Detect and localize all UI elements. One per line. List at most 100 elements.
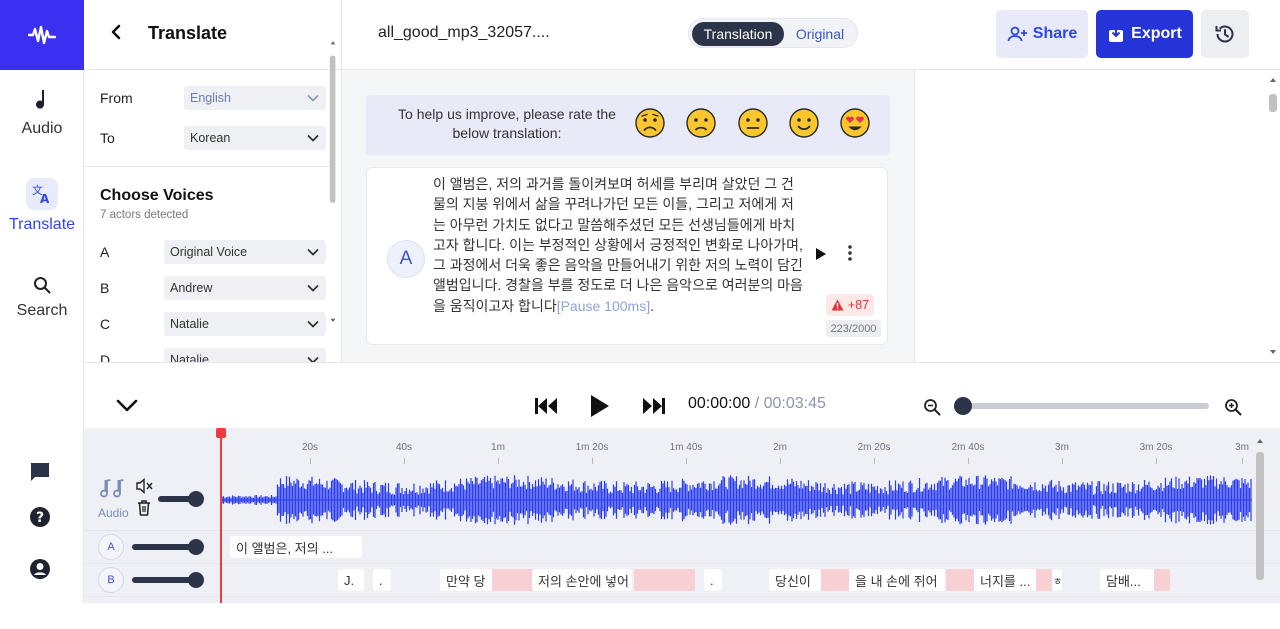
to-label: To <box>100 130 115 146</box>
time-display: 00:00:00 / 00:03:45 <box>688 395 826 413</box>
segment-text[interactable]: 이 앨범은, 저의 과거를 돌이켜보며 허세를 부리며 살았던 그 건물의 지붕… <box>433 174 803 316</box>
ruler-tick <box>968 458 969 464</box>
history-button[interactable] <box>1201 10 1249 58</box>
smile-face-icon[interactable] <box>788 107 820 139</box>
zoom-slider-track[interactable] <box>964 403 1209 409</box>
playback-bar: 00:00:00 / 00:03:45 <box>84 362 1280 428</box>
neutral-face-icon[interactable] <box>737 107 769 139</box>
speaker-avatar[interactable]: A <box>98 534 124 560</box>
actors-detected-text: 7 actors detected <box>100 209 189 221</box>
panel-scrollbar[interactable] <box>329 4 337 360</box>
voice-select[interactable]: Natalie <box>164 348 326 362</box>
timeline-segment[interactable]: J. <box>338 569 364 591</box>
trash-icon[interactable] <box>137 499 151 517</box>
nav-search[interactable]: Search <box>0 276 84 320</box>
download-box-icon <box>1109 26 1124 42</box>
segment-text-body[interactable]: 이 앨범은, 저의 과거를 돌이켜보며 허세를 부리며 살았던 그 건물의 지붕… <box>433 176 803 314</box>
voice-value: Original Voice <box>170 245 248 259</box>
very-sad-face-icon[interactable] <box>634 107 666 139</box>
ruler-tick-label: 40s <box>395 442 413 453</box>
tab-translation[interactable]: Translation <box>692 22 784 46</box>
from-language-select[interactable]: English <box>184 86 326 110</box>
export-button[interactable]: Export <box>1096 10 1193 58</box>
translation-segment-card: A 이 앨범은, 저의 과거를 돌이켜보며 허세를 부리며 살았던 그 건물의 … <box>366 167 888 345</box>
panel-header: Translate <box>84 0 341 70</box>
mute-icon[interactable] <box>136 478 154 494</box>
ruler-tick <box>686 458 687 464</box>
audio-volume-handle[interactable] <box>188 491 204 507</box>
heart-eyes-face-icon[interactable] <box>839 107 871 139</box>
warning-badge[interactable]: +87 <box>826 294 874 316</box>
export-label: Export <box>1131 25 1182 42</box>
zoom-out-icon[interactable] <box>923 398 941 416</box>
back-arrow-icon[interactable] <box>108 24 124 40</box>
ruler-tick-label: 1m 20s <box>575 442 609 453</box>
choose-voices-title: Choose Voices <box>100 187 214 204</box>
voice-letter: C <box>100 316 111 332</box>
collapse-chevron-icon[interactable] <box>116 399 138 413</box>
timeline-segment[interactable]: 을 내 손에 쥐어 <box>849 569 945 591</box>
timeline-segment[interactable]: 만약 당 <box>440 569 492 591</box>
music-note-icon <box>36 90 45 109</box>
ruler-tick <box>592 458 593 464</box>
share-button[interactable]: Share <box>996 10 1088 58</box>
content-scrollbar[interactable] <box>1268 76 1278 358</box>
ruler-tick <box>498 458 499 464</box>
tab-original[interactable]: Original <box>789 22 851 46</box>
playhead-handle[interactable] <box>216 428 226 438</box>
voice-select[interactable]: Natalie <box>164 312 326 336</box>
timeline-segment[interactable]: 저의 손안에 넣어 <box>532 569 632 591</box>
timeline: 20s 40s 1m 1m 20s 1m 40s 2m 2m 20s 2m 40s 3m 3m 2… <box>84 428 1280 603</box>
pause-tag[interactable]: [Pause 100ms] <box>557 298 650 314</box>
timeline-segment[interactable]: ㅎ <box>1052 569 1062 591</box>
play-icon[interactable] <box>815 247 827 261</box>
chat-icon[interactable] <box>29 461 51 483</box>
timeline-segment[interactable]: . <box>373 569 391 591</box>
to-language-select[interactable]: Korean <box>184 126 326 150</box>
segment-end-punct: . <box>650 297 654 314</box>
help-icon[interactable]: ? <box>29 506 51 528</box>
play-icon[interactable] <box>590 394 610 418</box>
account-icon[interactable] <box>29 558 51 580</box>
skip-back-icon[interactable] <box>534 397 558 415</box>
speaker-avatar[interactable]: A <box>387 240 425 278</box>
voice-value: Andrew <box>170 281 213 295</box>
timeline-scrollbar[interactable] <box>1254 436 1266 596</box>
time-ruler: 20s 40s 1m 1m 20s 1m 40s 2m 2m 20s 2m 40s 3m 3m 2… <box>222 428 1252 468</box>
speaker-volume-handle[interactable] <box>188 572 204 588</box>
timeline-segment[interactable]: 너지를 ... <box>974 569 1036 591</box>
zoom-in-icon[interactable] <box>1224 398 1242 416</box>
add-user-icon <box>1007 26 1027 42</box>
timeline-segment[interactable]: 담배... <box>1100 569 1154 591</box>
timeline-gap-marker <box>946 569 974 591</box>
chevron-down-icon <box>307 320 319 328</box>
sad-face-icon[interactable] <box>685 107 717 139</box>
ruler-tick-label: 20s <box>301 442 319 453</box>
divider <box>84 166 330 167</box>
soundwave-logo-icon <box>28 25 56 45</box>
speaker-avatar[interactable]: B <box>98 567 124 593</box>
svg-text:A: A <box>40 192 50 205</box>
timeline-segment[interactable]: 이 앨범은, 저의 ... <box>230 536 362 558</box>
timeline-segment[interactable]: . <box>704 569 722 591</box>
zoom-slider-handle[interactable] <box>954 397 972 415</box>
to-language-value: Korean <box>190 131 231 145</box>
ruler-tick-label: 3m <box>1055 442 1069 453</box>
speaker-volume-handle[interactable] <box>188 539 204 555</box>
from-language-value: English <box>190 91 231 105</box>
playhead[interactable] <box>220 428 222 603</box>
current-time: 00:00:00 <box>688 395 751 412</box>
timeline-segment[interactable]: 당신이 <box>769 569 821 591</box>
ruler-tick <box>1242 458 1243 464</box>
skip-forward-icon[interactable] <box>642 397 666 415</box>
voice-select[interactable]: Andrew <box>164 276 326 300</box>
more-vertical-icon[interactable] <box>847 244 853 262</box>
nav-audio[interactable]: Audio <box>0 88 84 138</box>
ruler-tick <box>780 458 781 464</box>
nav-translate[interactable]: 文A Translate <box>0 178 84 234</box>
rating-prompt: To help us improve, please rate the belo… <box>398 106 616 141</box>
voice-select[interactable]: Original Voice <box>164 240 326 264</box>
translate-icon-box: 文A <box>26 178 58 210</box>
app-logo[interactable] <box>0 0 84 70</box>
speaker-track-b: B J. . 만약 당 저의 손안에 넣어 . 당신이 을 내 손에 쥐어 너지… <box>84 563 1280 596</box>
